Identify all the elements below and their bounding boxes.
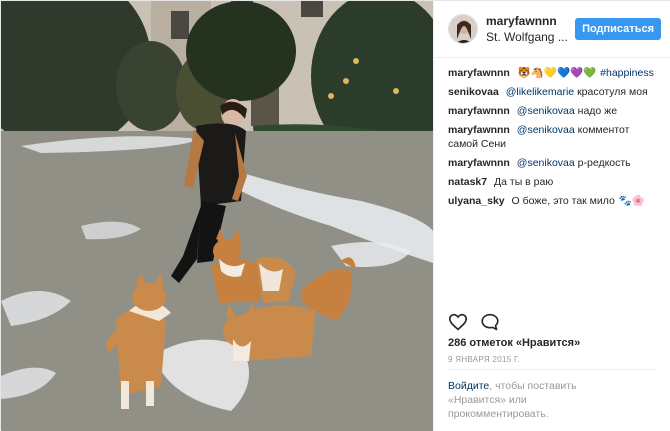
comment-hashtag[interactable]: #happiness: [600, 67, 654, 79]
heart-icon[interactable]: [448, 313, 468, 331]
comment-text: красотуля моя: [577, 86, 648, 98]
comment-username[interactable]: ulyana_sky: [448, 195, 505, 207]
likes-count[interactable]: 286 отметок «Нравится»: [448, 337, 580, 349]
comment-username[interactable]: maryfawnnn: [448, 157, 510, 169]
post-header: maryfawnnn St. Wolfgang ... Подписаться: [434, 1, 670, 58]
comment-mention[interactable]: @senikovaa: [517, 124, 575, 136]
comment-username[interactable]: maryfawnnn: [448, 105, 510, 117]
post-actions: [448, 313, 500, 331]
photo-illustration: [1, 1, 433, 431]
speech-bubble-icon[interactable]: [480, 313, 500, 331]
comment-text: Да ты в раю: [494, 176, 554, 188]
post-location[interactable]: St. Wolfgang ...: [486, 30, 575, 44]
comment-username[interactable]: maryfawnnn: [448, 67, 510, 79]
post-date: 9 ЯНВАРЯ 2015 Г.: [448, 355, 521, 364]
comment-text: надо же: [577, 105, 618, 117]
comment-text: О боже, это так мило: [511, 195, 615, 207]
comment-username[interactable]: maryfawnnn: [448, 124, 510, 136]
comment-item: maryfawnnn @senikovaa р-редкость: [448, 156, 657, 170]
comment-item: natask7 Да ты в раю: [448, 175, 657, 189]
comment-item: ulyana_sky О боже, это так мило 🐾🌸: [448, 194, 657, 208]
header-text: maryfawnnn St. Wolfgang ...: [486, 14, 575, 44]
post-username[interactable]: maryfawnnn: [486, 14, 575, 28]
divider: [448, 369, 657, 370]
login-link[interactable]: Войдите: [448, 380, 489, 392]
comment-emoji: 🐯🐴💛💙💜💚: [517, 67, 597, 79]
login-prompt: Войдите, чтобы поставить «Нравится» или …: [448, 379, 657, 421]
comment-emoji: 🐾🌸: [618, 195, 645, 207]
login-prompt-text-2: «Нравится» или: [448, 394, 527, 406]
comments-list: maryfawnnn 🐯🐴💛💙💜💚 #happiness senikovaa @…: [434, 58, 670, 304]
comment-mention[interactable]: @senikovaa: [517, 105, 575, 117]
comment-username[interactable]: natask7: [448, 176, 487, 188]
comment-text: р-редкость: [577, 157, 631, 169]
comment-item: senikovaa @likelikemarie красотуля моя: [448, 85, 657, 99]
comment-username[interactable]: senikovaa: [448, 86, 499, 98]
instagram-post: maryfawnnn St. Wolfgang ... Подписаться …: [0, 0, 670, 431]
comment-item: maryfawnnn 🐯🐴💛💙💜💚 #happiness: [448, 66, 657, 80]
comment-item: maryfawnnn @senikovaa надо же: [448, 104, 657, 118]
login-prompt-text-1: , чтобы поставить: [489, 380, 577, 392]
comment-mention[interactable]: @likelikemarie: [506, 86, 574, 98]
comment-mention[interactable]: @senikovaa: [517, 157, 575, 169]
avatar[interactable]: [448, 14, 478, 44]
comment-item: maryfawnnn @senikovaa комментот самой Се…: [448, 123, 657, 151]
follow-button[interactable]: Подписаться: [575, 18, 661, 40]
login-prompt-text-3: прокомментировать.: [448, 408, 549, 420]
post-photo[interactable]: [1, 1, 433, 431]
post-sidebar: maryfawnnn St. Wolfgang ... Подписаться …: [433, 1, 670, 431]
